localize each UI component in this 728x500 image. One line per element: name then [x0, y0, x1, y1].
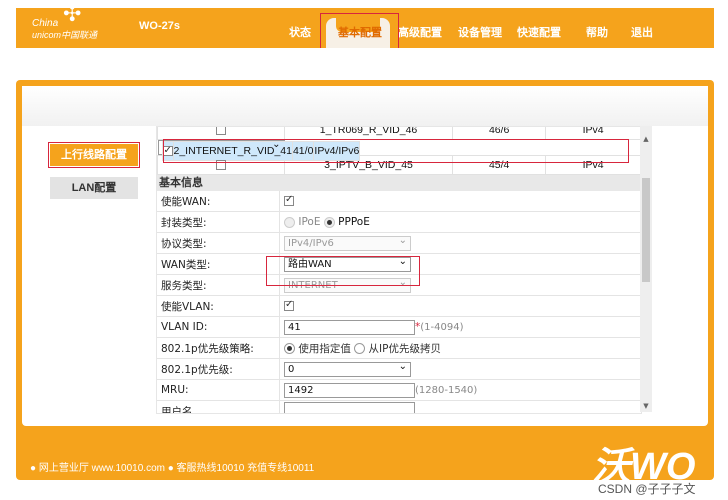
- encap-type-label: 封装类型:: [157, 211, 280, 233]
- encap-pppoe-label: PPPoE: [338, 216, 370, 228]
- highlight-box-wan-type: [266, 256, 420, 286]
- username-input[interactable]: [284, 402, 415, 413]
- footer-links: ● 网上营业厅 www.10010.com ● 客服热线10010 充值专线10…: [30, 463, 315, 474]
- highlight-box-row: [163, 139, 629, 163]
- enable-wan-checkbox[interactable]: [284, 194, 294, 206]
- vlan-id-label: VLAN ID:: [157, 316, 280, 338]
- service-type-label: 服务类型:: [157, 274, 280, 296]
- device-model: WO-27s: [139, 20, 180, 32]
- nav-quick-config[interactable]: 快速配置: [517, 24, 561, 40]
- encap-pppoe-radio[interactable]: [323, 216, 335, 228]
- policy-specified-label: 使用指定值: [298, 342, 351, 355]
- priority-label: 802.1p优先级:: [157, 358, 280, 380]
- username-label: 用户名: [157, 400, 280, 413]
- sidebar-item-uplink-config[interactable]: 上行线路配置: [48, 142, 140, 168]
- nav-status[interactable]: 状态: [289, 24, 311, 40]
- wan-type-label: WAN类型:: [157, 253, 280, 275]
- vlan-id-hint: (1-4094): [420, 321, 464, 333]
- ip-mode-cell: IPv4: [545, 127, 641, 140]
- basic-info-form: 使能WAN: 封装类型: IPoE PPPoE 协议类型: IPv4/IPv6 …: [157, 191, 641, 413]
- wan-name-cell: 1_TR069_R_VID_46: [283, 127, 454, 140]
- enable-vlan-checkbox[interactable]: [284, 299, 294, 311]
- priority-policy-label: 802.1p优先级策略:: [157, 337, 280, 359]
- encap-ipoe-radio[interactable]: [284, 216, 295, 228]
- scroll-up-arrow-icon[interactable]: ▲: [640, 133, 652, 145]
- mru-label: MRU:: [157, 379, 280, 401]
- policy-copy-radio[interactable]: [354, 343, 366, 354]
- row-checkbox[interactable]: [216, 127, 226, 136]
- enable-wan-label: 使能WAN:: [157, 191, 280, 212]
- mru-input[interactable]: 1492: [284, 382, 415, 398]
- policy-copy-label: 从IP优先级拷贝: [368, 342, 441, 355]
- scroll-down-arrow-icon[interactable]: ▼: [640, 400, 652, 412]
- mru-hint: (1280-1540): [415, 384, 478, 396]
- encap-ipoe-label: IPoE: [298, 216, 321, 228]
- sidebar-item-lan-config[interactable]: LAN配置: [50, 177, 138, 199]
- china-unicom-logo: ✣ China unicom中国联通: [30, 2, 120, 41]
- protocol-type-select[interactable]: IPv4/IPv6: [284, 234, 411, 251]
- protocol-type-label: 协议类型:: [157, 232, 280, 254]
- logo-text-line2: unicom中国联通: [32, 30, 98, 40]
- panel-header-band: [22, 86, 708, 126]
- nav-help[interactable]: 帮助: [586, 24, 608, 40]
- priority-select[interactable]: 0: [284, 360, 411, 377]
- sub-header-bar: [16, 48, 714, 74]
- nav-device-management[interactable]: 设备管理: [458, 24, 502, 40]
- enable-vlan-label: 使能VLAN:: [157, 295, 280, 317]
- csdn-watermark: CSDN @子子子文: [598, 482, 696, 496]
- nav-advanced-config[interactable]: 高级配置: [398, 24, 442, 40]
- nav-logout[interactable]: 退出: [631, 24, 653, 40]
- table-row[interactable]: 1_TR069_R_VID_46 46/6 IPv4: [157, 127, 641, 140]
- section-basic-info: 基本信息: [157, 175, 641, 191]
- vlan-id-input[interactable]: 41: [284, 319, 415, 335]
- vlan-cell: 46/6: [452, 127, 547, 140]
- scrollbar-thumb[interactable]: [642, 178, 650, 282]
- unicom-knot-icon: ✣: [63, 2, 82, 27]
- policy-specified-radio[interactable]: [284, 343, 295, 354]
